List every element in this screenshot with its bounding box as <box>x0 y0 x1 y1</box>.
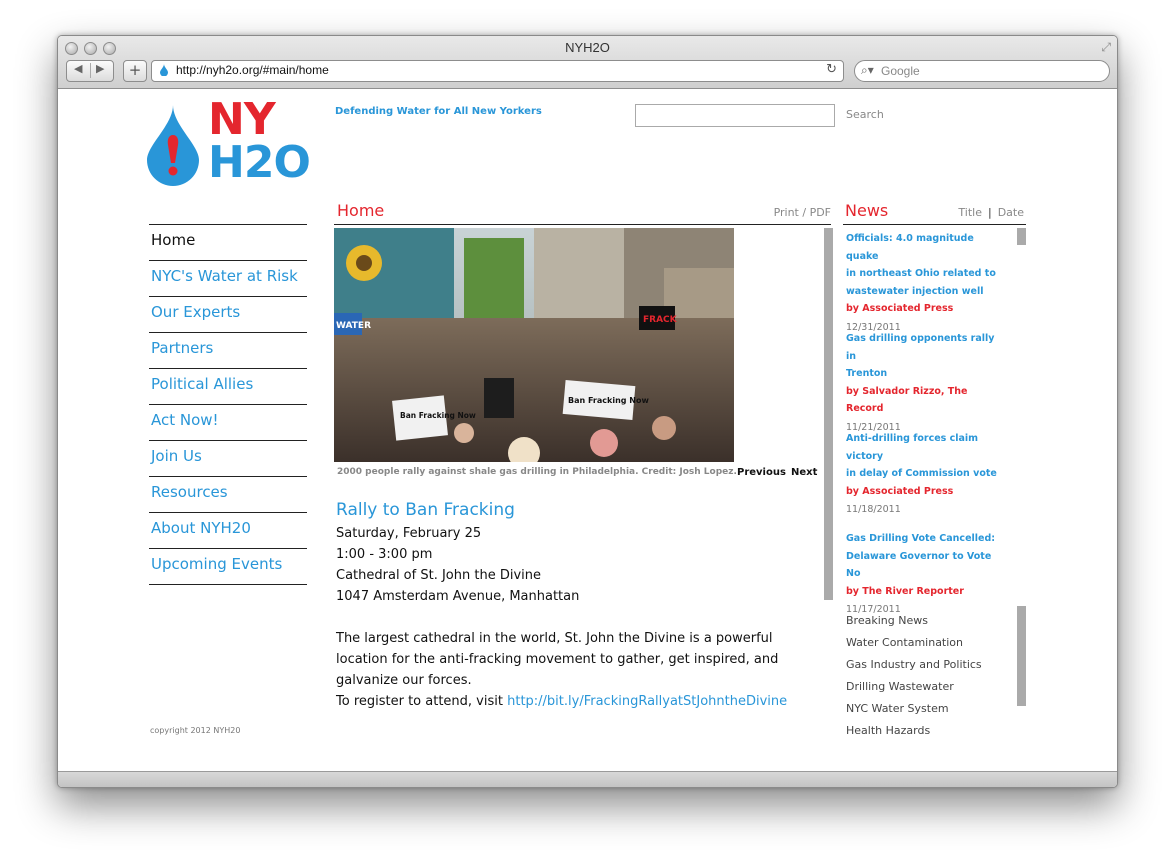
rally-photo: WATER FRACK Ban Fracking Now Ban Frackin… <box>334 228 734 462</box>
register-link[interactable]: http://bit.ly/FrackingRallyatStJohntheDi… <box>507 694 787 709</box>
site-drop-icon <box>160 64 168 76</box>
event-time: 1:00 - 3:00 pm <box>336 547 433 562</box>
nav-item-resources[interactable]: Resources <box>149 476 307 512</box>
category-water-contamination[interactable]: Water Contamination <box>846 632 982 654</box>
event-description-line: location for the anti-fracking movement … <box>336 652 779 667</box>
news-categories: Breaking News Water Contamination Gas In… <box>846 610 982 742</box>
logo-h2o-text[interactable]: H2O <box>208 140 311 186</box>
main-scrollbar[interactable] <box>824 228 833 600</box>
category-health-hazards[interactable]: Health Hazards <box>846 720 982 742</box>
nav-item-our-experts[interactable]: Our Experts <box>149 296 307 332</box>
site-tagline: Defending Water for All New Yorkers <box>335 106 542 117</box>
nav-item-act-now[interactable]: Act Now! <box>149 404 307 440</box>
sign-text-water: WATER <box>336 321 371 331</box>
nav-item-partners[interactable]: Partners <box>149 332 307 368</box>
sign-text-ban-fracking-1: Ban Fracking Now <box>400 411 476 420</box>
category-breaking-news[interactable]: Breaking News <box>846 610 982 632</box>
sort-separator: | <box>987 206 992 219</box>
nav-item-water-at-risk[interactable]: NYC's Water at Risk <box>149 260 307 296</box>
photo-caption: 2000 people rally against shale gas dril… <box>337 467 737 477</box>
nav-item-home[interactable]: Home <box>149 224 307 260</box>
news-byline: by Salvador Rizzo, The Record <box>846 385 968 415</box>
news-headline[interactable]: Gas Drilling Vote Cancelled: <box>846 530 1006 548</box>
news-headline[interactable]: Officials: 4.0 magnitude quake <box>846 230 1006 265</box>
news-scrollbar[interactable] <box>1017 228 1026 245</box>
back-forward-buttons: ◀ ▶ <box>66 60 114 82</box>
print-pdf-link[interactable]: Print / PDF <box>774 206 831 219</box>
news-item[interactable]: Gas drilling opponents rally in Trenton … <box>846 330 1006 436</box>
back-arrow-icon[interactable]: ◀ <box>74 62 82 75</box>
browser-window: NYH2O ⤢ ◀ ▶ + http://nyh2o.org/#main/hom… <box>57 35 1118 788</box>
previous-photo-link[interactable]: Previous <box>737 467 786 478</box>
event-venue: Cathedral of St. John the Divine <box>336 568 541 583</box>
category-drilling-wastewater[interactable]: Drilling Wastewater <box>846 676 982 698</box>
add-bookmark-button[interactable]: + <box>123 60 147 82</box>
news-date: 11/18/2011 <box>846 504 901 515</box>
nav-item-upcoming-events[interactable]: Upcoming Events <box>149 548 307 584</box>
register-text: To register to attend, visit <box>336 694 508 709</box>
event-title[interactable]: Rally to Ban Fracking <box>336 500 515 520</box>
copyright-text: copyright 2012 NYH20 <box>150 726 241 735</box>
next-photo-link[interactable]: Next <box>791 467 817 478</box>
main-section-header: Home Print / PDF <box>334 198 831 225</box>
browser-search-placeholder: Google <box>881 64 920 78</box>
news-headline[interactable]: in delay of Commission vote <box>846 465 1006 483</box>
reload-icon[interactable]: ↻ <box>826 62 837 77</box>
nav-item-join-us[interactable]: Join Us <box>149 440 307 476</box>
search-icon: ⌕▾ <box>861 63 874 77</box>
browser-status-bar <box>58 771 1117 787</box>
news-byline: by The River Reporter <box>846 585 964 597</box>
sign-text-ban-fracking-2: Ban Fracking Now <box>568 396 649 405</box>
news-sort-controls: Title | Date <box>958 206 1024 219</box>
browser-search-field[interactable]: ⌕▾ Google <box>854 60 1110 82</box>
sort-by-title-link[interactable]: Title <box>958 206 982 219</box>
category-nyc-water-system[interactable]: NYC Water System <box>846 698 982 720</box>
fullscreen-icon[interactable]: ⤢ <box>1101 40 1111 55</box>
news-headline[interactable]: Delaware Governor to Vote No <box>846 548 1006 583</box>
register-paragraph: To register to attend, visit http://bit.… <box>336 694 787 709</box>
page-title: Home <box>337 201 385 220</box>
event-address: 1047 Amsterdam Avenue, Manhattan <box>336 589 580 604</box>
event-date: Saturday, February 25 <box>336 526 482 541</box>
news-byline: by Associated Press <box>846 485 954 497</box>
news-header: News Title | Date <box>843 198 1026 225</box>
site-search-button[interactable]: Search <box>846 108 884 121</box>
event-description-line: galvanize our forces. <box>336 673 472 688</box>
browser-titlebar: NYH2O ⤢ ◀ ▶ + http://nyh2o.org/#main/hom… <box>58 36 1117 89</box>
nav-divider <box>149 584 307 586</box>
news-headline[interactable]: Trenton <box>846 365 1006 383</box>
water-drop-logo-icon <box>147 105 199 186</box>
news-headline[interactable]: Anti-drilling forces claim victory <box>846 430 1006 465</box>
news-headline[interactable]: wastewater injection well <box>846 283 1006 301</box>
page-viewport: NY H2O Defending Water for All New Yorke… <box>58 89 1117 771</box>
category-gas-industry-politics[interactable]: Gas Industry and Politics <box>846 654 982 676</box>
sort-by-date-link[interactable]: Date <box>998 206 1024 219</box>
site-search-input[interactable] <box>635 104 835 127</box>
sign-text-frack: FRACK <box>643 315 678 325</box>
forward-arrow-icon[interactable]: ▶ <box>96 62 104 75</box>
main-navigation: Home NYC's Water at Risk Our Experts Par… <box>149 224 307 586</box>
news-item[interactable]: Officials: 4.0 magnitude quake in northe… <box>846 230 1006 336</box>
news-byline: by Associated Press <box>846 303 954 314</box>
categories-scrollbar[interactable] <box>1017 606 1026 706</box>
news-headline[interactable]: Gas drilling opponents rally in <box>846 330 1006 365</box>
address-bar[interactable]: http://nyh2o.org/#main/home ↻ <box>151 60 844 82</box>
news-headline[interactable]: in northeast Ohio related to <box>846 265 1006 283</box>
window-title: NYH2O <box>565 40 610 55</box>
event-description-line: The largest cathedral in the world, St. … <box>336 631 773 646</box>
news-title: News <box>845 201 889 220</box>
nav-item-political-allies[interactable]: Political Allies <box>149 368 307 404</box>
url-text: http://nyh2o.org/#main/home <box>176 63 329 77</box>
news-item[interactable]: Anti-drilling forces claim victory in de… <box>846 430 1006 519</box>
news-item[interactable]: Gas Drilling Vote Cancelled: Delaware Go… <box>846 530 1006 619</box>
nav-item-about[interactable]: About NYH20 <box>149 512 307 548</box>
